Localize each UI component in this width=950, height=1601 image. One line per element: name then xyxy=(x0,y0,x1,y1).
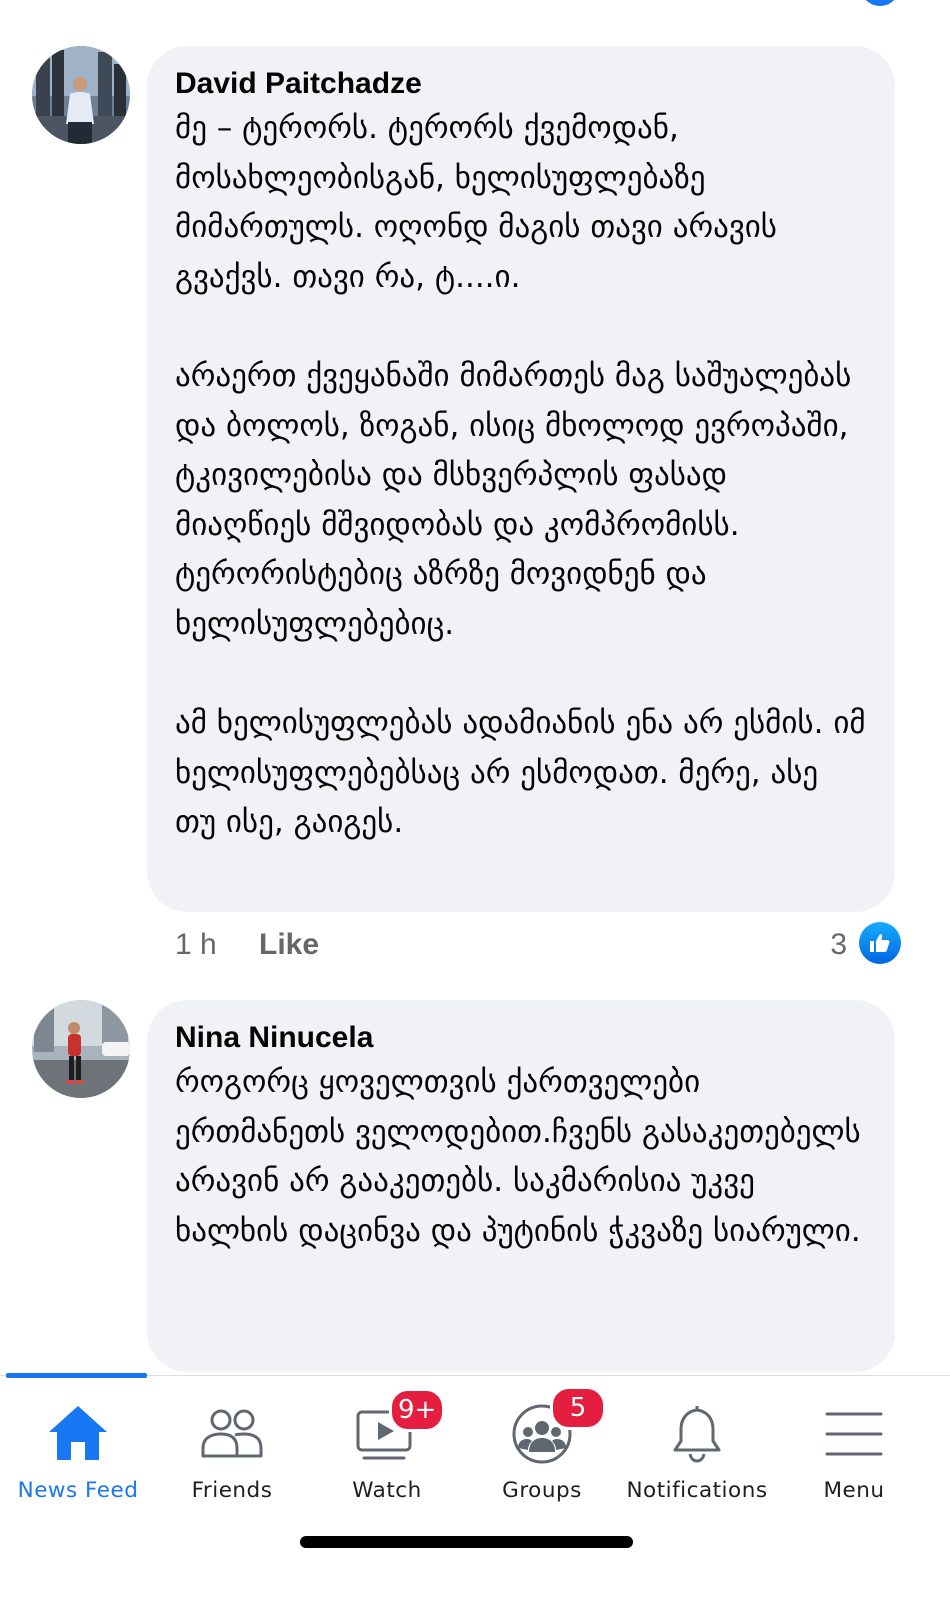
tab-label: News Feed xyxy=(17,1478,139,1503)
bottom-tab-bar: News Feed Friends 9+ Watch 5 Groups Noti… xyxy=(0,1373,950,1601)
notification-badge: 5 xyxy=(550,1386,606,1430)
tab-menu[interactable]: Menu xyxy=(776,1376,932,1511)
comment-author[interactable]: Nina Ninucela xyxy=(175,1018,867,1058)
tab-notifications[interactable]: Notifications xyxy=(619,1376,775,1511)
avatar[interactable] xyxy=(32,1000,130,1098)
notification-badge: 9+ xyxy=(389,1388,446,1432)
tab-friends[interactable]: Friends xyxy=(154,1376,310,1511)
reaction-count[interactable]: 3 xyxy=(830,928,847,962)
tab-watch[interactable]: 9+ Watch xyxy=(309,1376,465,1511)
like-reaction-icon[interactable] xyxy=(859,922,901,964)
tab-label: Watch xyxy=(352,1478,422,1503)
bell-icon xyxy=(673,1406,721,1463)
comment-timestamp[interactable]: 1 h xyxy=(175,928,217,962)
tab-label: Groups xyxy=(502,1478,582,1503)
menu-icon xyxy=(825,1412,883,1456)
home-indicator[interactable] xyxy=(300,1536,633,1548)
comment-text: როგორც ყოველთვის ქართველები ერთმანეთს ვე… xyxy=(175,1064,871,1249)
comment-text: მე – ტერორს. ტერორს ქვემოდან, მოსახლეობი… xyxy=(175,110,866,841)
comment-bubble: Nina Ninucela როგორც ყოველთვის ქართველებ… xyxy=(147,1000,895,1372)
comment-meta: 1 h Like 3 xyxy=(175,922,905,966)
tab-groups[interactable]: 5 Groups xyxy=(464,1376,620,1511)
tab-label: Notifications xyxy=(626,1478,768,1503)
home-icon xyxy=(49,1406,107,1460)
comment-author[interactable]: David Paitchadze xyxy=(175,64,867,104)
avatar[interactable] xyxy=(32,46,130,144)
friends-icon xyxy=(201,1409,263,1458)
like-button[interactable]: Like xyxy=(259,928,319,962)
like-reaction-icon xyxy=(860,0,900,6)
tab-news-feed[interactable]: News Feed xyxy=(0,1376,156,1511)
tab-label: Friends xyxy=(191,1478,273,1503)
tab-label: Menu xyxy=(823,1478,885,1503)
previous-comment-meta xyxy=(0,0,950,12)
comment-bubble: David Paitchadze მე – ტერორს. ტერორს ქვე… xyxy=(147,46,895,912)
